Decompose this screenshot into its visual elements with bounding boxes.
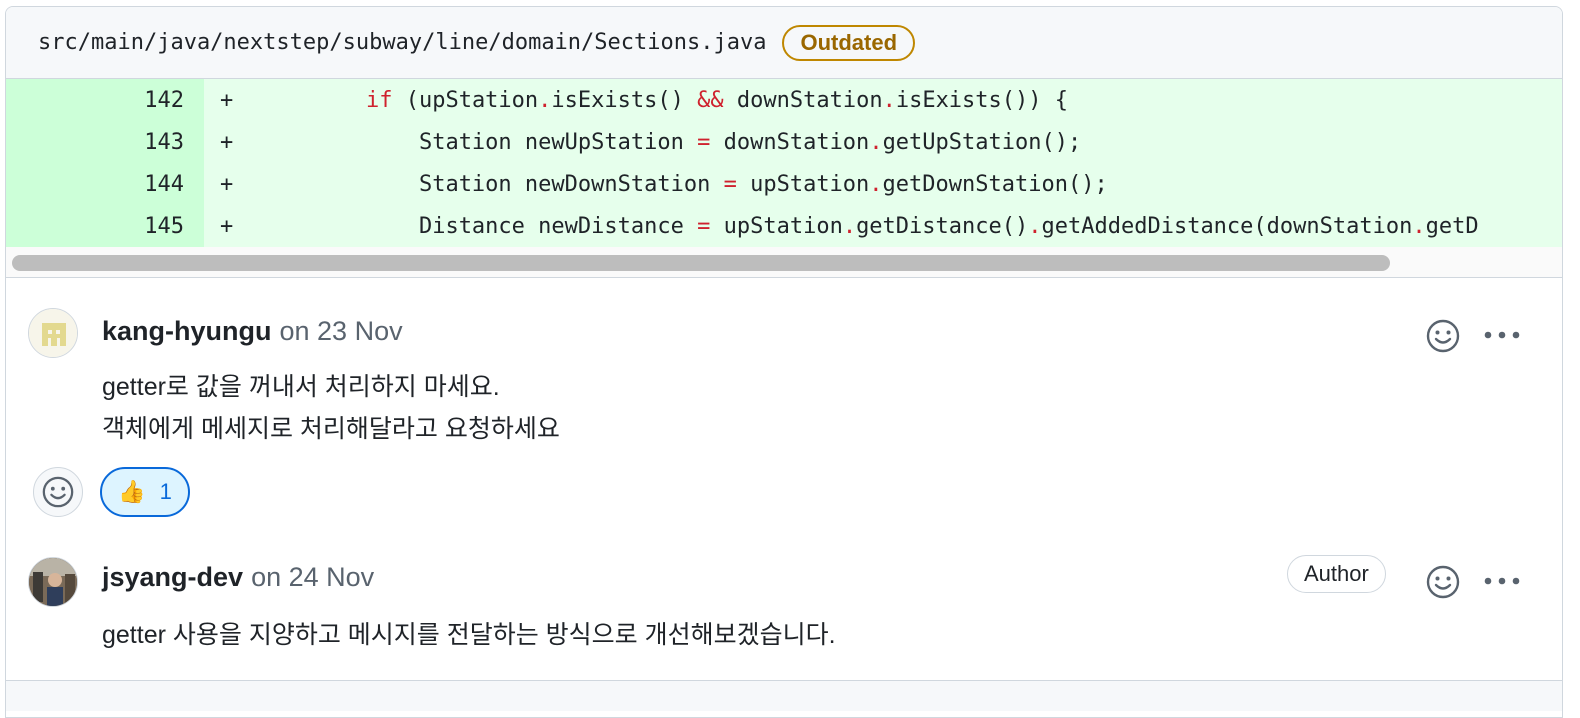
diff-hunk: 142 + if (upStation.isExists() && downSt… — [6, 79, 1562, 247]
thumbs-up-reaction[interactable]: 👍 1 — [100, 467, 190, 517]
diff-sign: + — [220, 213, 234, 239]
add-reaction-button[interactable] — [1424, 563, 1462, 601]
comment-text-line: getter 사용을 지양하고 메시지를 전달하는 방식으로 개선해보겠습니다. — [102, 621, 836, 649]
comment-body: getter 사용을 지양하고 메시지를 전달하는 방식으로 개선해보겠습니다. — [102, 614, 836, 656]
smiley-icon — [1426, 319, 1460, 353]
file-path[interactable]: src/main/java/nextstep/subway/line/domai… — [38, 30, 766, 55]
reaction-count: 1 — [159, 479, 172, 504]
scrollbar-thumb[interactable] — [12, 255, 1390, 271]
code-line: if (upStation.isExists() && downStation.… — [365, 87, 1069, 113]
diff-line: 143 + Station newUpStation = downStation… — [6, 121, 1562, 163]
thumbs-up-icon: 👍 — [118, 479, 146, 504]
comment-text-line: 객체에게 메세지로 처리해달라고 요청하세요 — [102, 415, 560, 443]
diff-line: 144 + Station newDownStation = upStation… — [6, 163, 1562, 205]
comment-header: kang-hyungu on 23 Nov — [102, 316, 403, 347]
horizontal-scrollbar[interactable] — [6, 247, 1562, 278]
line-number[interactable]: 145 — [6, 205, 204, 247]
reply-bar — [6, 680, 1562, 711]
code-line: Distance newDistance = upStation.getDist… — [418, 213, 1479, 239]
avatar[interactable] — [28, 308, 78, 358]
diff-sign: + — [220, 87, 234, 113]
identicon-icon — [29, 309, 77, 357]
smiley-icon — [42, 476, 74, 508]
code-line: Station newUpStation = downStation.getUp… — [418, 129, 1082, 155]
review-thread: src/main/java/nextstep/subway/line/domai… — [5, 6, 1563, 718]
diff-line: 142 + if (upStation.isExists() && downSt… — [6, 79, 1562, 121]
outdated-badge: Outdated — [782, 24, 916, 61]
comment-header: jsyang-dev on 24 Nov — [102, 562, 374, 593]
kebab-horizontal-icon — [1484, 577, 1520, 585]
file-header: src/main/java/nextstep/subway/line/domai… — [6, 7, 1562, 79]
comment-text-line: getter로 값을 꺼내서 처리하지 마세요. — [102, 373, 500, 401]
diff-sign: + — [220, 129, 234, 155]
comment-options-button[interactable] — [1482, 566, 1522, 596]
comment-author[interactable]: kang-hyungu — [102, 316, 272, 347]
add-reaction-button[interactable] — [1424, 317, 1462, 355]
user-photo-icon — [29, 558, 77, 606]
comment-body: getter로 값을 꺼내서 처리하지 마세요. 객체에게 메세지로 처리해달라… — [102, 366, 560, 450]
diff-line: 145 + Distance newDistance = upStation.g… — [6, 205, 1562, 247]
avatar[interactable] — [28, 557, 78, 607]
kebab-horizontal-icon — [1484, 331, 1520, 339]
author-badge: Author — [1287, 555, 1386, 593]
smiley-icon — [1426, 565, 1460, 599]
code-line: Station newDownStation = upStation.getDo… — [418, 171, 1108, 197]
add-reaction-button[interactable] — [33, 467, 83, 517]
comment-author[interactable]: jsyang-dev — [102, 562, 243, 593]
line-number[interactable]: 142 — [6, 79, 204, 121]
comment-date[interactable]: on 23 Nov — [280, 316, 403, 347]
diff-sign: + — [220, 171, 234, 197]
line-number[interactable]: 144 — [6, 163, 204, 205]
line-number[interactable]: 143 — [6, 121, 204, 163]
comment-options-button[interactable] — [1482, 320, 1522, 350]
comment-date[interactable]: on 24 Nov — [251, 562, 374, 593]
